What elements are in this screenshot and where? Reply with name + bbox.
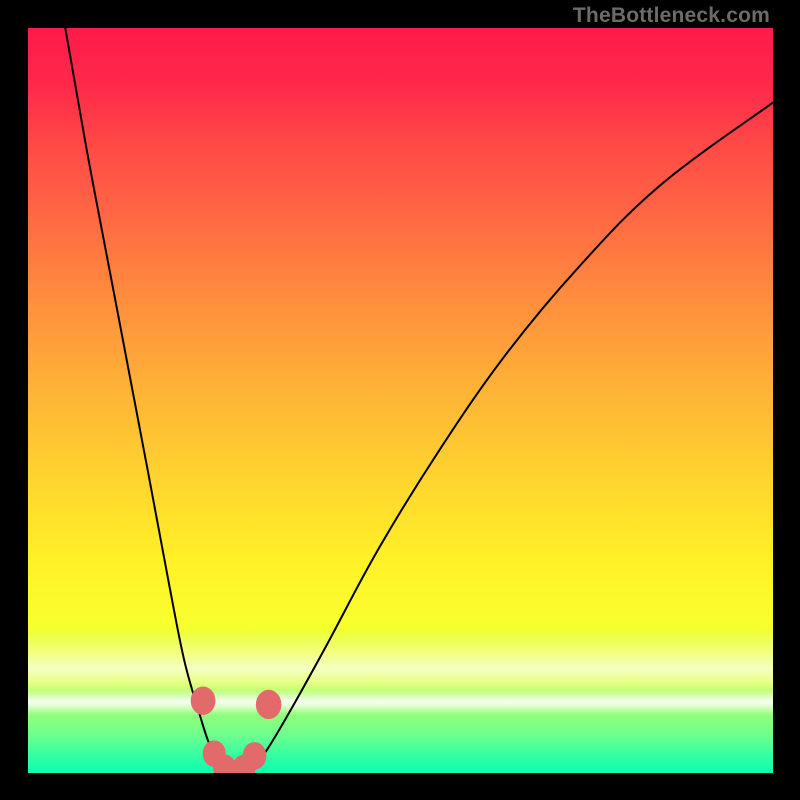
curve-marker <box>191 687 216 715</box>
bottleneck-curve <box>65 28 773 769</box>
watermark-label: TheBottleneck.com <box>573 4 770 28</box>
bottleneck-curve-svg <box>28 28 773 773</box>
chart-plot-area <box>28 28 773 773</box>
curve-marker <box>243 742 267 770</box>
curve-marker <box>256 690 282 719</box>
